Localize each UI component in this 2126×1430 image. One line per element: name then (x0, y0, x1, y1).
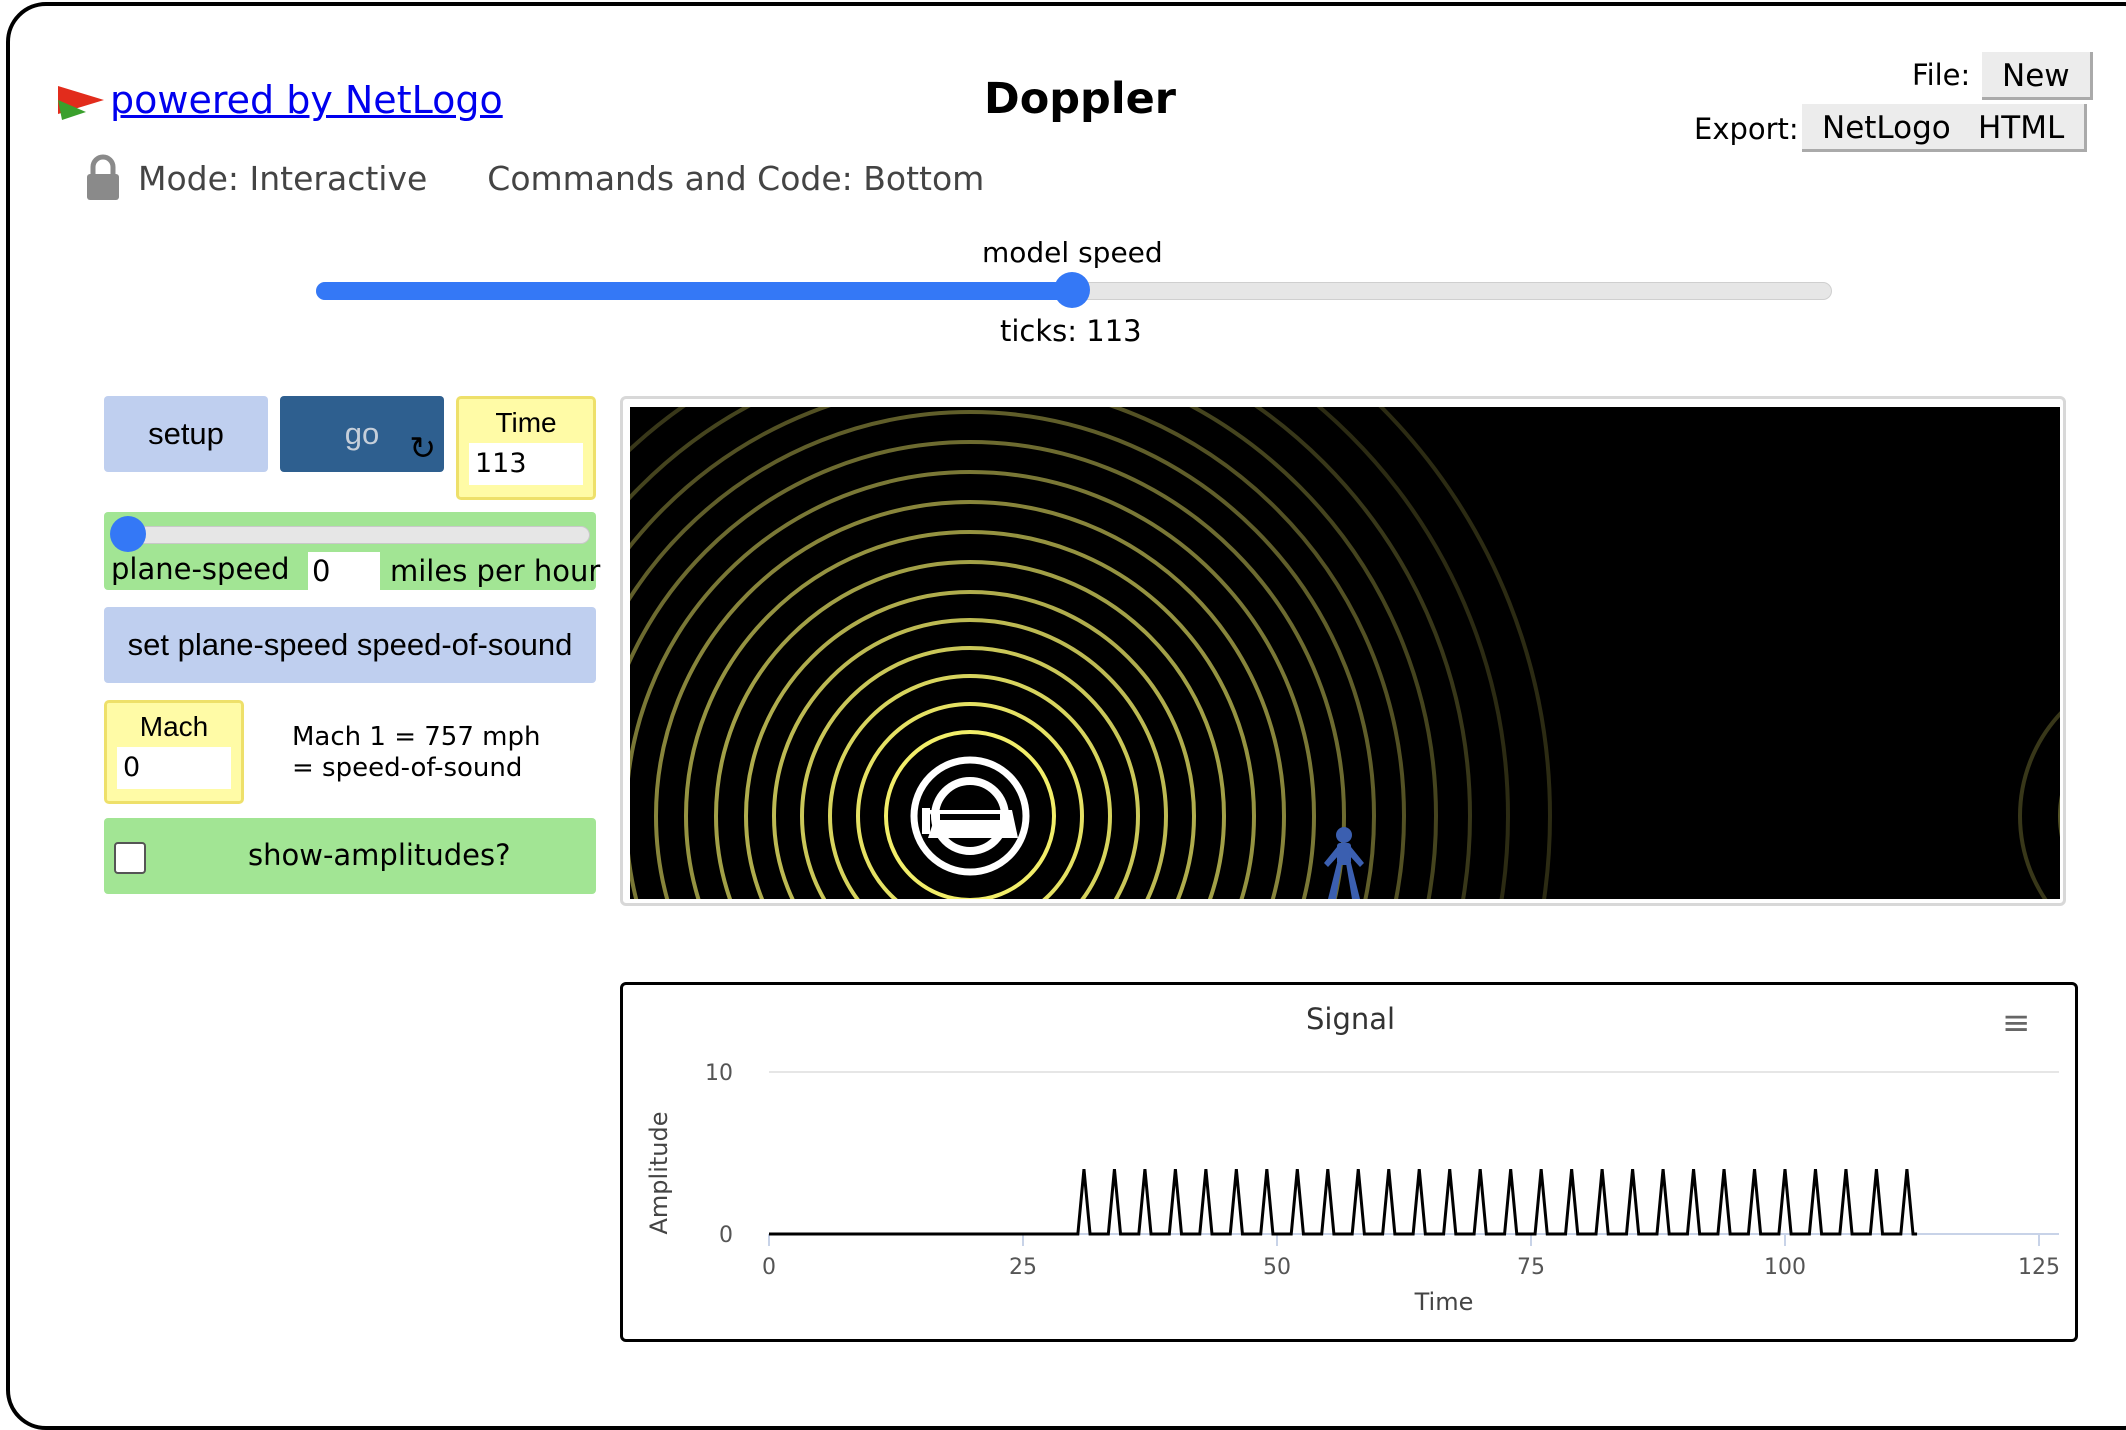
plot-y-tick-label: 0 (719, 1223, 733, 1248)
export-netlogo-button[interactable]: NetLogo (1802, 104, 1974, 152)
signal-plot: 0 10 0 25 50 75 100 125 Time Amplitude (620, 982, 2078, 1342)
set-plane-speed-button[interactable]: set plane-speed speed-of-sound (104, 607, 596, 683)
plane-speed-thumb[interactable] (110, 516, 146, 552)
commands-position-toggle[interactable]: Commands and Code: Bottom (487, 159, 984, 198)
time-monitor: Time 113 (456, 396, 596, 500)
plot-x-tick-label: 25 (1009, 1255, 1037, 1280)
time-monitor-value: 113 (469, 443, 583, 485)
plane-speed-units: miles per hour (390, 554, 601, 588)
mode-toggle[interactable]: Mode: Interactive (138, 159, 427, 198)
world-view[interactable] (620, 396, 2066, 906)
mach-note-line1: Mach 1 = 757 mph (292, 722, 541, 752)
export-html-button[interactable]: HTML (1958, 104, 2088, 152)
go-button[interactable]: go ↻ (280, 396, 444, 472)
forever-icon: ↻ (409, 430, 436, 466)
new-button[interactable]: New (1982, 52, 2093, 100)
plot-x-axis-label: Time (1414, 1288, 1474, 1316)
mach-monitor: Mach 0 (104, 700, 244, 804)
plane-speed-label: plane-speed (111, 552, 290, 586)
plot-x-tick-label: 0 (762, 1255, 776, 1280)
mach-note-line2: = speed-of-sound (292, 753, 523, 783)
show-amplitudes-checkbox[interactable] (114, 842, 146, 874)
mach-monitor-label: Mach (139, 711, 209, 742)
show-amplitudes-label: show-amplitudes? (248, 838, 511, 872)
signal-plot-canvas: 0100 25 50 75 100 125TimeAmplitude (645, 1061, 2060, 1316)
go-label: go (344, 416, 380, 451)
plot-x-tick-label: 125 (2018, 1255, 2060, 1280)
plot-title: Signal (1306, 1002, 1396, 1036)
ticks-counter: ticks: 113 (1000, 314, 1142, 348)
setup-button[interactable]: setup (104, 396, 268, 472)
plot-x-tick-label: 100 (1764, 1255, 1806, 1280)
plane-speed-value-input[interactable]: 0 (308, 552, 380, 590)
plot-x-tick-label: 50 (1263, 1255, 1291, 1280)
plot-menu-icon[interactable]: ≡ (2002, 1006, 2031, 1040)
mach-note: Mach 1 = 757 mph = speed-of-sound (292, 722, 540, 784)
plot-y-axis-label: Amplitude (645, 1112, 673, 1235)
set-plane-speed-label: set plane-speed speed-of-sound (127, 627, 573, 662)
plot-x-tick-label: 75 (1517, 1255, 1545, 1280)
signal-series-line (769, 1169, 1918, 1236)
model-speed-label: model speed (982, 236, 1163, 269)
model-speed-thumb[interactable] (1054, 272, 1090, 308)
world-canvas[interactable] (630, 407, 2060, 899)
export-label: Export: (1694, 112, 1799, 146)
plot-y-tick-label: 10 (705, 1061, 733, 1086)
model-title: Doppler (984, 74, 1176, 124)
time-monitor-label: Time (495, 407, 557, 438)
lock-icon[interactable] (84, 154, 122, 202)
plane-speed-slider[interactable] (126, 526, 590, 544)
setup-label: setup (148, 416, 224, 451)
model-speed-fill (316, 282, 1072, 300)
mach-monitor-value: 0 (117, 747, 231, 789)
file-label: File: (1912, 58, 1971, 92)
